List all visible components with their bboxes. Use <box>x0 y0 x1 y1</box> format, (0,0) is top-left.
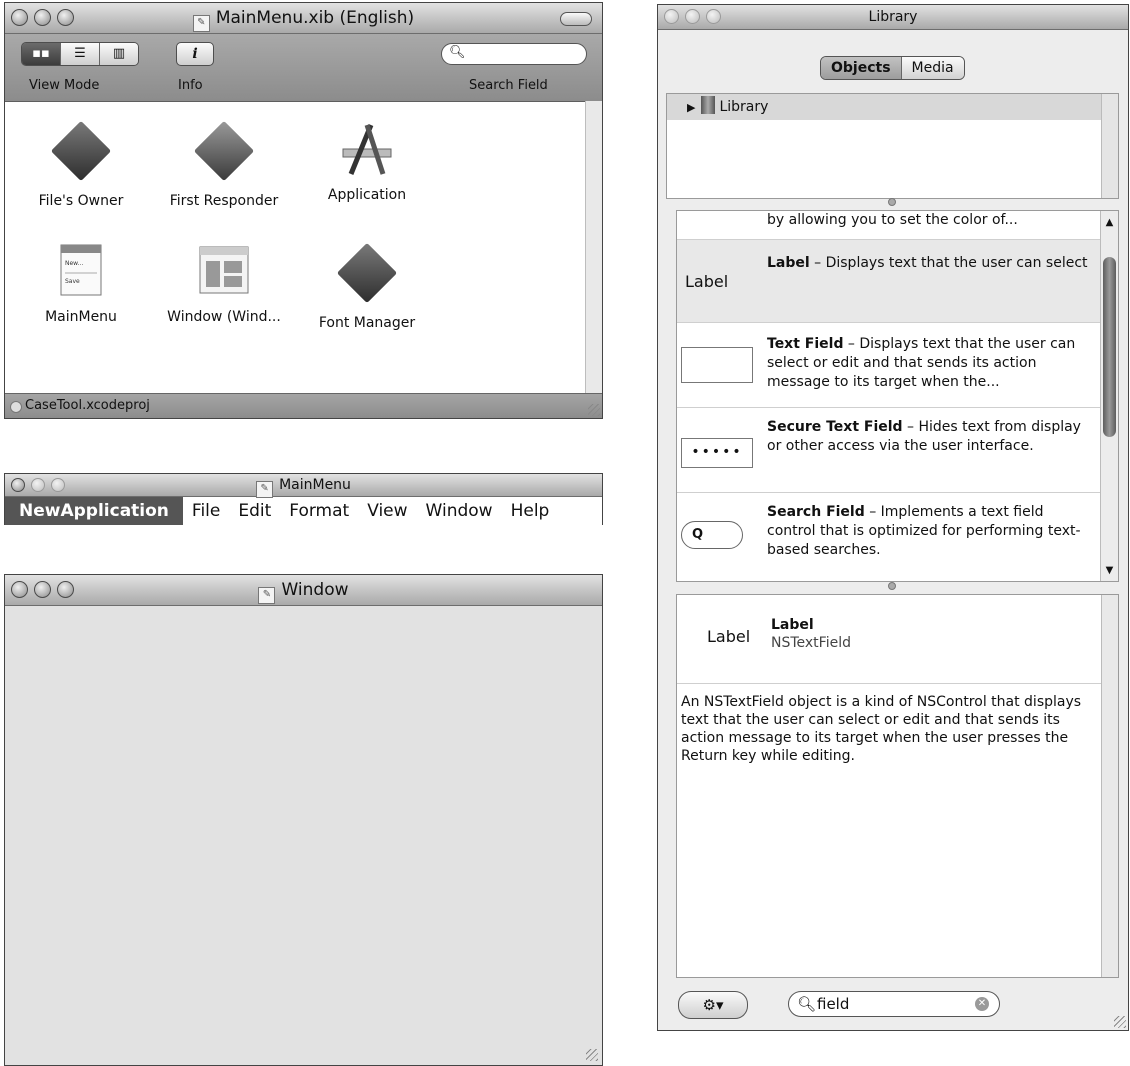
object-detail-pane: Label Label NSTextField An NSTextField o… <box>676 594 1119 978</box>
tab-objects[interactable]: Objects <box>821 57 902 79</box>
disclosure-triangle-icon[interactable]: ▶ <box>687 101 695 114</box>
text-field-preview-icon <box>681 347 753 383</box>
project-status-icon <box>10 401 22 413</box>
window-title: Library <box>868 9 918 25</box>
title-bar[interactable]: ✎ MainMenu.xib (English) <box>5 3 602 34</box>
xib-file-icon: ✎ <box>256 481 274 498</box>
search-icon: 🔍︎ <box>449 45 466 60</box>
object-application[interactable]: Application <box>297 119 437 203</box>
icon-view-button[interactable]: ▪▪ <box>22 43 61 65</box>
list-item[interactable]: by allowing you to set the color of... <box>677 211 1101 240</box>
scroll-thumb[interactable] <box>1103 257 1116 437</box>
resize-grip-icon[interactable] <box>586 1049 598 1061</box>
toolbar-toggle-button[interactable] <box>560 12 592 26</box>
title-bar[interactable]: ✎ MainMenu <box>5 474 602 498</box>
document-window: ✎ MainMenu.xib (English) ▪▪ ☰ ▥ i 🔍︎ View… <box>4 2 603 419</box>
detail-preview-icon: Label <box>707 627 751 646</box>
list-item-label[interactable]: Label Label – Displays text that the use… <box>677 240 1101 323</box>
menu-edit[interactable]: Edit <box>229 497 280 525</box>
objects-grid: File's Owner First Responder Application… <box>5 101 586 394</box>
search-input[interactable]: 🔍︎ <box>441 43 587 65</box>
list-item-search-field[interactable]: Q Search Field – Implements a text field… <box>677 493 1101 580</box>
vertical-scrollbar[interactable]: ▲ ▼ <box>1100 211 1118 581</box>
search-icon: 🔍︎ <box>797 995 817 1013</box>
view-mode-label: View Mode <box>29 78 100 93</box>
xib-file-icon: ✎ <box>258 587 276 604</box>
library-panel: Library Objects Media ▶ Library by allowi… <box>657 4 1129 1031</box>
vertical-scrollbar[interactable] <box>1101 94 1118 198</box>
list-item-secure-text-field[interactable]: ••••• Secure Text Field – Hides text fro… <box>677 408 1101 493</box>
object-window[interactable]: Window (Wind... <box>154 241 294 325</box>
resize-grip-icon[interactable] <box>1114 1016 1126 1028</box>
detail-header: Label Label NSTextField <box>677 595 1102 684</box>
menu-window[interactable]: Window <box>417 497 502 525</box>
status-bar: CaseTool.xcodeproj <box>5 393 602 418</box>
vertical-scrollbar[interactable] <box>585 101 602 394</box>
library-book-icon <box>701 96 716 114</box>
detail-description: An NSTextField object is a kind of NSCon… <box>681 694 1082 764</box>
menu-file[interactable]: File <box>183 497 229 525</box>
gear-menu-button[interactable]: ⚙▾ <box>678 991 748 1019</box>
split-handle-icon[interactable] <box>888 198 896 206</box>
window-editor: ✎ Window <box>4 574 603 1066</box>
list-item-text-field[interactable]: Text Field – Displays text that the user… <box>677 323 1101 408</box>
info-button[interactable]: i <box>176 42 214 66</box>
cube-icon <box>336 242 398 304</box>
gear-icon: ⚙▾ <box>702 996 724 1014</box>
library-tabs[interactable]: Objects Media <box>820 56 965 80</box>
resize-grip-icon[interactable] <box>588 404 600 416</box>
library-object-list: by allowing you to set the color of... L… <box>676 210 1119 582</box>
window-title: ✎ Window <box>5 575 602 605</box>
object-font-manager[interactable]: Font Manager <box>297 241 437 331</box>
window-icon <box>194 241 254 301</box>
mainmenu-window: ✎ MainMenu NewApplication File Edit Forma… <box>4 473 603 525</box>
menu-icon: New... Save <box>51 241 111 301</box>
detail-class: NSTextField <box>771 635 851 651</box>
search-field-preview-icon: Q <box>681 521 743 549</box>
cube-1-icon <box>193 120 255 182</box>
info-label: Info <box>178 78 203 93</box>
secure-field-preview-icon: ••••• <box>681 438 753 468</box>
library-tree: ▶ Library <box>666 93 1119 199</box>
title-bar[interactable]: Library <box>658 5 1128 30</box>
menu-view[interactable]: View <box>358 497 416 525</box>
label-preview-icon: Label <box>685 272 729 291</box>
tree-row-library[interactable]: ▶ Library <box>667 94 1118 120</box>
vertical-scrollbar[interactable] <box>1101 595 1118 977</box>
scroll-down-arrow-icon[interactable]: ▼ <box>1101 563 1118 579</box>
menu-bar: NewApplication File Edit Format View Win… <box>5 497 602 525</box>
toolbar: ▪▪ ☰ ▥ i 🔍︎ View Mode Info Search Field <box>5 34 602 102</box>
split-handle-icon[interactable] <box>888 582 896 590</box>
application-icon <box>337 119 397 179</box>
detail-name: Label <box>771 617 814 633</box>
svg-text:Save: Save <box>65 278 80 285</box>
tab-media[interactable]: Media <box>901 57 964 79</box>
window-title: ✎ MainMenu <box>5 474 602 498</box>
menu-help[interactable]: Help <box>502 497 559 525</box>
object-mainmenu[interactable]: New... Save MainMenu <box>11 241 151 325</box>
column-view-button[interactable]: ▥ <box>100 43 138 65</box>
svg-text:New...: New... <box>65 260 83 267</box>
window-title: ✎ MainMenu.xib (English) <box>5 3 602 33</box>
clear-search-icon[interactable]: ✕ <box>975 997 989 1011</box>
library-search-input[interactable]: 🔍︎ field ✕ <box>788 991 1000 1017</box>
object-files-owner[interactable]: File's Owner <box>11 119 151 209</box>
scroll-up-arrow-icon[interactable]: ▲ <box>1101 215 1118 231</box>
menu-format[interactable]: Format <box>280 497 358 525</box>
cube-icon <box>50 120 112 182</box>
object-first-responder[interactable]: First Responder <box>154 119 294 209</box>
xib-file-icon: ✎ <box>192 15 210 32</box>
view-mode-control[interactable]: ▪▪ ☰ ▥ <box>21 42 139 66</box>
title-bar[interactable]: ✎ Window <box>5 575 602 606</box>
search-field-label: Search Field <box>469 78 548 93</box>
menu-newapplication[interactable]: NewApplication <box>5 497 183 525</box>
list-view-button[interactable]: ☰ <box>61 43 100 65</box>
